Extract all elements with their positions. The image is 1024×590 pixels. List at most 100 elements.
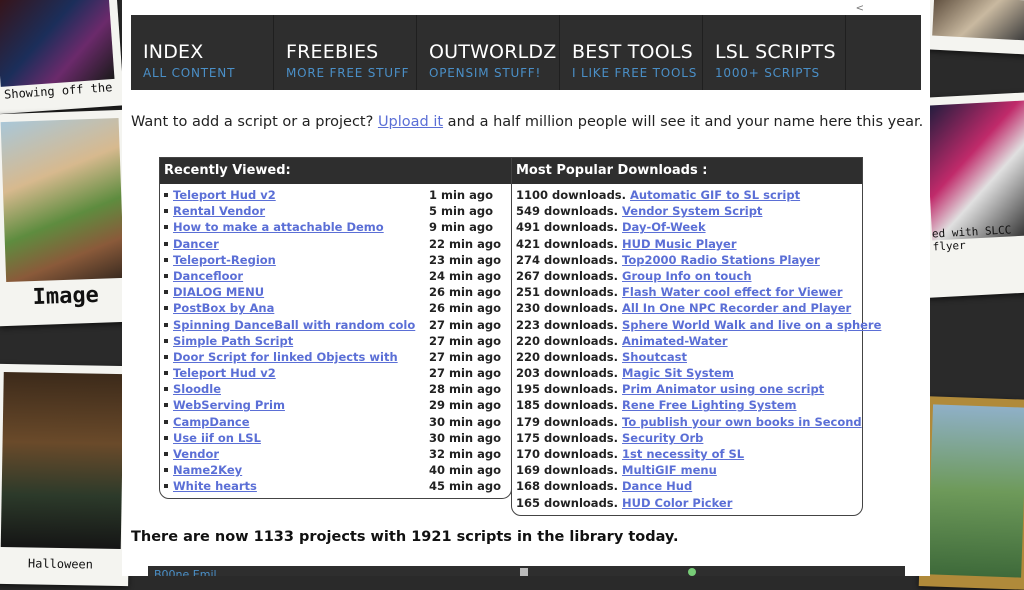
download-count: 251 — [516, 285, 541, 300]
nav-item-freebies[interactable]: FREEBIES MORE FREE STUFF — [274, 15, 417, 90]
list-item: Dancer 22 min ago — [160, 236, 511, 252]
list-item: How to make a attachable Demo 9 min ago — [160, 219, 511, 235]
downloads-label: downloads. — [540, 349, 623, 364]
script-link[interactable]: Automatic GIF to SL script — [630, 188, 800, 202]
list-item: Vendor 32 min ago — [160, 446, 511, 462]
bottom-bar-text[interactable]: B00ne Emil — [154, 568, 217, 576]
list-item: WebServing Prim 29 min ago — [160, 397, 511, 413]
time-ago: 30 min ago — [429, 430, 502, 445]
list-item: 168 downloads. Dance Hud — [512, 478, 862, 494]
document-icon[interactable] — [520, 568, 528, 576]
script-link[interactable]: Group Info on touch — [622, 269, 752, 283]
script-link[interactable]: Teleport Hud v2 — [173, 187, 276, 203]
list-item: Dancefloor 24 min ago — [160, 268, 511, 284]
script-link[interactable]: Dancefloor — [173, 268, 243, 284]
downloads-label: downloads. — [540, 268, 623, 283]
script-link[interactable]: Simple Path Script — [173, 333, 293, 349]
upload-intro: Want to add a script or a project? Uploa… — [131, 114, 923, 130]
script-link[interactable]: HUD Color Picker — [622, 496, 732, 510]
bottom-bar: B00ne Emil — [148, 566, 905, 576]
download-count: 267 — [516, 268, 541, 283]
bullet-icon — [164, 435, 168, 440]
list-item: 267 downloads. Group Info on touch — [512, 268, 862, 284]
download-count: 195 — [516, 382, 541, 397]
nav-corner-marker: < — [855, 3, 864, 14]
downloads-label: downloads. — [540, 463, 623, 478]
nav-item-subtitle: I LIKE FREE TOOLS — [572, 66, 698, 80]
script-link[interactable]: Door Script for linked Objects with — [173, 349, 398, 365]
script-link[interactable]: Prim Animator using one script — [622, 382, 824, 396]
script-link[interactable]: Top2000 Radio Stations Player — [622, 253, 820, 267]
nav-item-index[interactable]: INDEX ALL CONTENT — [131, 15, 274, 90]
bullet-icon — [164, 322, 168, 327]
list-item: 491 downloads. Day-Of-Week — [512, 219, 862, 235]
script-link[interactable]: Spinning DanceBall with random colo — [173, 317, 415, 333]
list-item: 175 downloads. Security Orb — [512, 430, 862, 446]
script-link[interactable]: Rental Vendor — [173, 203, 265, 219]
bullet-icon — [164, 273, 168, 278]
list-item: Door Script for linked Objects with 27 mi… — [160, 349, 511, 365]
script-link[interactable]: Name2Key — [173, 462, 242, 478]
time-ago: 26 min ago — [429, 285, 502, 300]
script-link[interactable]: Sloodle — [173, 381, 221, 397]
download-count: 274 — [516, 252, 541, 267]
script-link[interactable]: HUD Music Player — [622, 237, 737, 251]
download-count: 220 — [516, 349, 541, 364]
bullet-icon — [164, 225, 168, 230]
script-link[interactable]: PostBox by Ana — [173, 300, 274, 316]
nav-item-outworldz[interactable]: OUTWORLDZ OPENSIM STUFF! — [417, 15, 560, 90]
script-link[interactable]: Dance Hud — [622, 479, 692, 493]
upload-link[interactable]: Upload it — [378, 114, 443, 130]
script-link[interactable]: Shoutcast — [622, 350, 687, 364]
background-photo-garden — [918, 396, 1024, 590]
time-ago: 9 min ago — [429, 220, 494, 235]
script-link[interactable]: Vendor — [173, 446, 219, 462]
nav-item-best-tools[interactable]: BEST TOOLS I LIKE FREE TOOLS — [560, 15, 703, 90]
list-item: Use iif on LSL 30 min ago — [160, 430, 511, 446]
download-count: 168 — [516, 479, 541, 494]
script-link[interactable]: Animated-Water — [622, 334, 728, 348]
script-link[interactable]: DIALOG MENU — [173, 284, 264, 300]
script-link[interactable]: Day-Of-Week — [622, 220, 706, 234]
script-link[interactable]: WebServing Prim — [173, 397, 285, 413]
script-link[interactable]: White hearts — [173, 478, 257, 494]
list-item: White hearts 45 min ago — [160, 478, 511, 494]
script-link[interactable]: Flash Water cool effect for Viewer — [622, 285, 843, 299]
downloads-label: downloads. — [540, 495, 623, 510]
script-link[interactable]: 1st necessity of SL — [622, 447, 744, 461]
photo-image — [0, 371, 124, 550]
bullet-icon — [164, 193, 168, 197]
script-link[interactable]: Vendor System Script — [622, 204, 762, 218]
download-count: 220 — [516, 333, 541, 348]
script-link[interactable]: Teleport Hud v2 — [173, 365, 276, 381]
script-link[interactable]: Sphere World Walk and live on a sphere — [622, 318, 881, 332]
downloads-label: downloads. — [540, 414, 623, 429]
script-link[interactable]: Magic Sit System — [622, 366, 734, 380]
list-item: 165 downloads. HUD Color Picker — [512, 495, 862, 511]
downloads-label: downloads. — [540, 447, 623, 461]
list-item: 223 downloads. Sphere World Walk and liv… — [512, 317, 881, 333]
list-item: 220 downloads. Shoutcast — [512, 349, 862, 365]
bullet-icon — [164, 257, 168, 262]
script-link[interactable]: All In One NPC Recorder and Player — [622, 301, 851, 315]
top-navigation: INDEX ALL CONTENT FREEBIES MORE FREE STUFF O… — [131, 15, 921, 90]
list-item: Sloodle 28 min ago — [160, 381, 511, 397]
script-link[interactable]: Teleport-Region — [173, 252, 276, 268]
script-link[interactable]: MultiGIF menu — [622, 463, 717, 477]
script-link[interactable]: To publish your own books in Second — [622, 415, 862, 429]
list-item: PostBox by Ana 26 min ago — [160, 300, 511, 316]
script-link[interactable]: CampDance — [173, 414, 250, 430]
most-popular-panel: Most Popular Downloads : 1100 downloads.… — [511, 157, 881, 516]
bullet-icon — [164, 354, 168, 359]
script-link[interactable]: How to make a attachable Demo — [173, 219, 384, 235]
script-link[interactable]: Security Orb — [622, 431, 703, 445]
script-link[interactable]: Rene Free Lighting System — [622, 398, 797, 412]
script-link[interactable]: Dancer — [173, 236, 219, 252]
recently-viewed-list: Teleport Hud v2 1 min ago Rental Vendor 5 m… — [160, 187, 511, 495]
nav-item-lsl-scripts[interactable]: LSL SCRIPTS 1000+ SCRIPTS — [703, 15, 846, 90]
time-ago: 28 min ago — [429, 382, 502, 397]
script-link[interactable]: Use iif on LSL — [173, 430, 261, 446]
bullet-icon — [164, 484, 168, 489]
nav-item-subtitle: MORE FREE STUFF — [286, 66, 410, 80]
status-icon[interactable] — [688, 568, 696, 576]
